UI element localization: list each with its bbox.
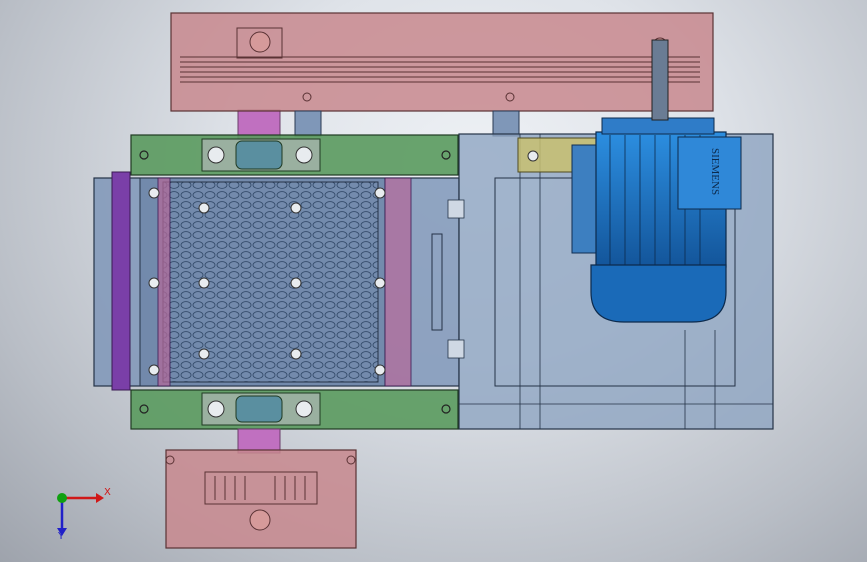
motor-brand-label: SIEMENS [709,148,721,195]
bottom-pulley-guard[interactable] [165,449,357,549]
tensioner-post-right[interactable] [492,110,520,137]
coordinate-triad [57,493,104,536]
triad-y-label: Y [58,531,65,542]
cad-viewport[interactable]: SIEMENS X Y [0,0,867,562]
crushing-chamber[interactable] [111,171,412,391]
tensioner-post-left[interactable] [294,110,322,137]
lower-shaft[interactable] [237,428,281,454]
top-bearing-plate[interactable] [130,134,459,176]
machine-model[interactable]: SIEMENS [0,0,867,562]
bottom-bearing-plate[interactable] [130,389,459,430]
triad-x-label: X [104,487,111,498]
top-pulley-guard[interactable] [170,12,714,112]
